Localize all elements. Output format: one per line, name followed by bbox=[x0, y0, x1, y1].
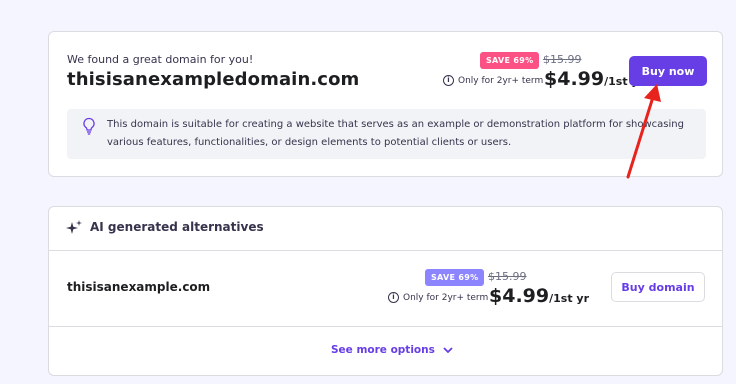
buy-domain-button[interactable]: Buy domain bbox=[611, 272, 705, 302]
alternatives-title: AI generated alternatives bbox=[90, 220, 264, 234]
old-price: $15.99 bbox=[543, 53, 582, 66]
chevron-down-icon bbox=[443, 346, 453, 353]
domain-offer-card: We found a great domain for you! thisisa… bbox=[48, 31, 723, 177]
alternative-domain-name: thisisanexample.com bbox=[67, 280, 211, 294]
term-note-text: Only for 2yr+ term bbox=[403, 292, 489, 303]
old-price: $15.99 bbox=[488, 270, 527, 283]
see-more-label: See more options bbox=[331, 344, 435, 356]
description-box: This domain is suitable for creating a w… bbox=[67, 109, 706, 159]
domain-description: This domain is suitable for creating a w… bbox=[107, 119, 684, 148]
alternatives-card: AI generated alternatives thisisanexampl… bbox=[48, 206, 723, 376]
term-note-text: Only for 2yr+ term bbox=[458, 75, 544, 86]
list-item: thisisanexample.com SAVE 69% $15.99 i On… bbox=[49, 251, 722, 327]
info-icon[interactable]: i bbox=[443, 75, 454, 86]
alternatives-header: AI generated alternatives bbox=[49, 207, 722, 251]
intro-text: We found a great domain for you! bbox=[67, 53, 254, 66]
see-more-options-link[interactable]: See more options bbox=[331, 344, 453, 356]
term-note: i Only for 2yr+ term bbox=[443, 75, 543, 86]
price: $4.99/1st yr bbox=[489, 285, 589, 307]
lightbulb-icon bbox=[83, 117, 95, 135]
price-amount: $4.99 bbox=[489, 285, 550, 307]
buy-now-button[interactable]: Buy now bbox=[629, 56, 707, 86]
term-note: i Only for 2yr+ term bbox=[388, 292, 488, 303]
price-unit: /1st yr bbox=[549, 292, 590, 305]
domain-name: thisisanexampledomain.com bbox=[67, 69, 360, 90]
save-badge: SAVE 69% bbox=[425, 269, 485, 286]
price-amount: $4.99 bbox=[544, 68, 605, 90]
sparkle-icon bbox=[66, 220, 82, 234]
save-badge: SAVE 69% bbox=[480, 52, 540, 69]
info-icon[interactable]: i bbox=[388, 292, 399, 303]
